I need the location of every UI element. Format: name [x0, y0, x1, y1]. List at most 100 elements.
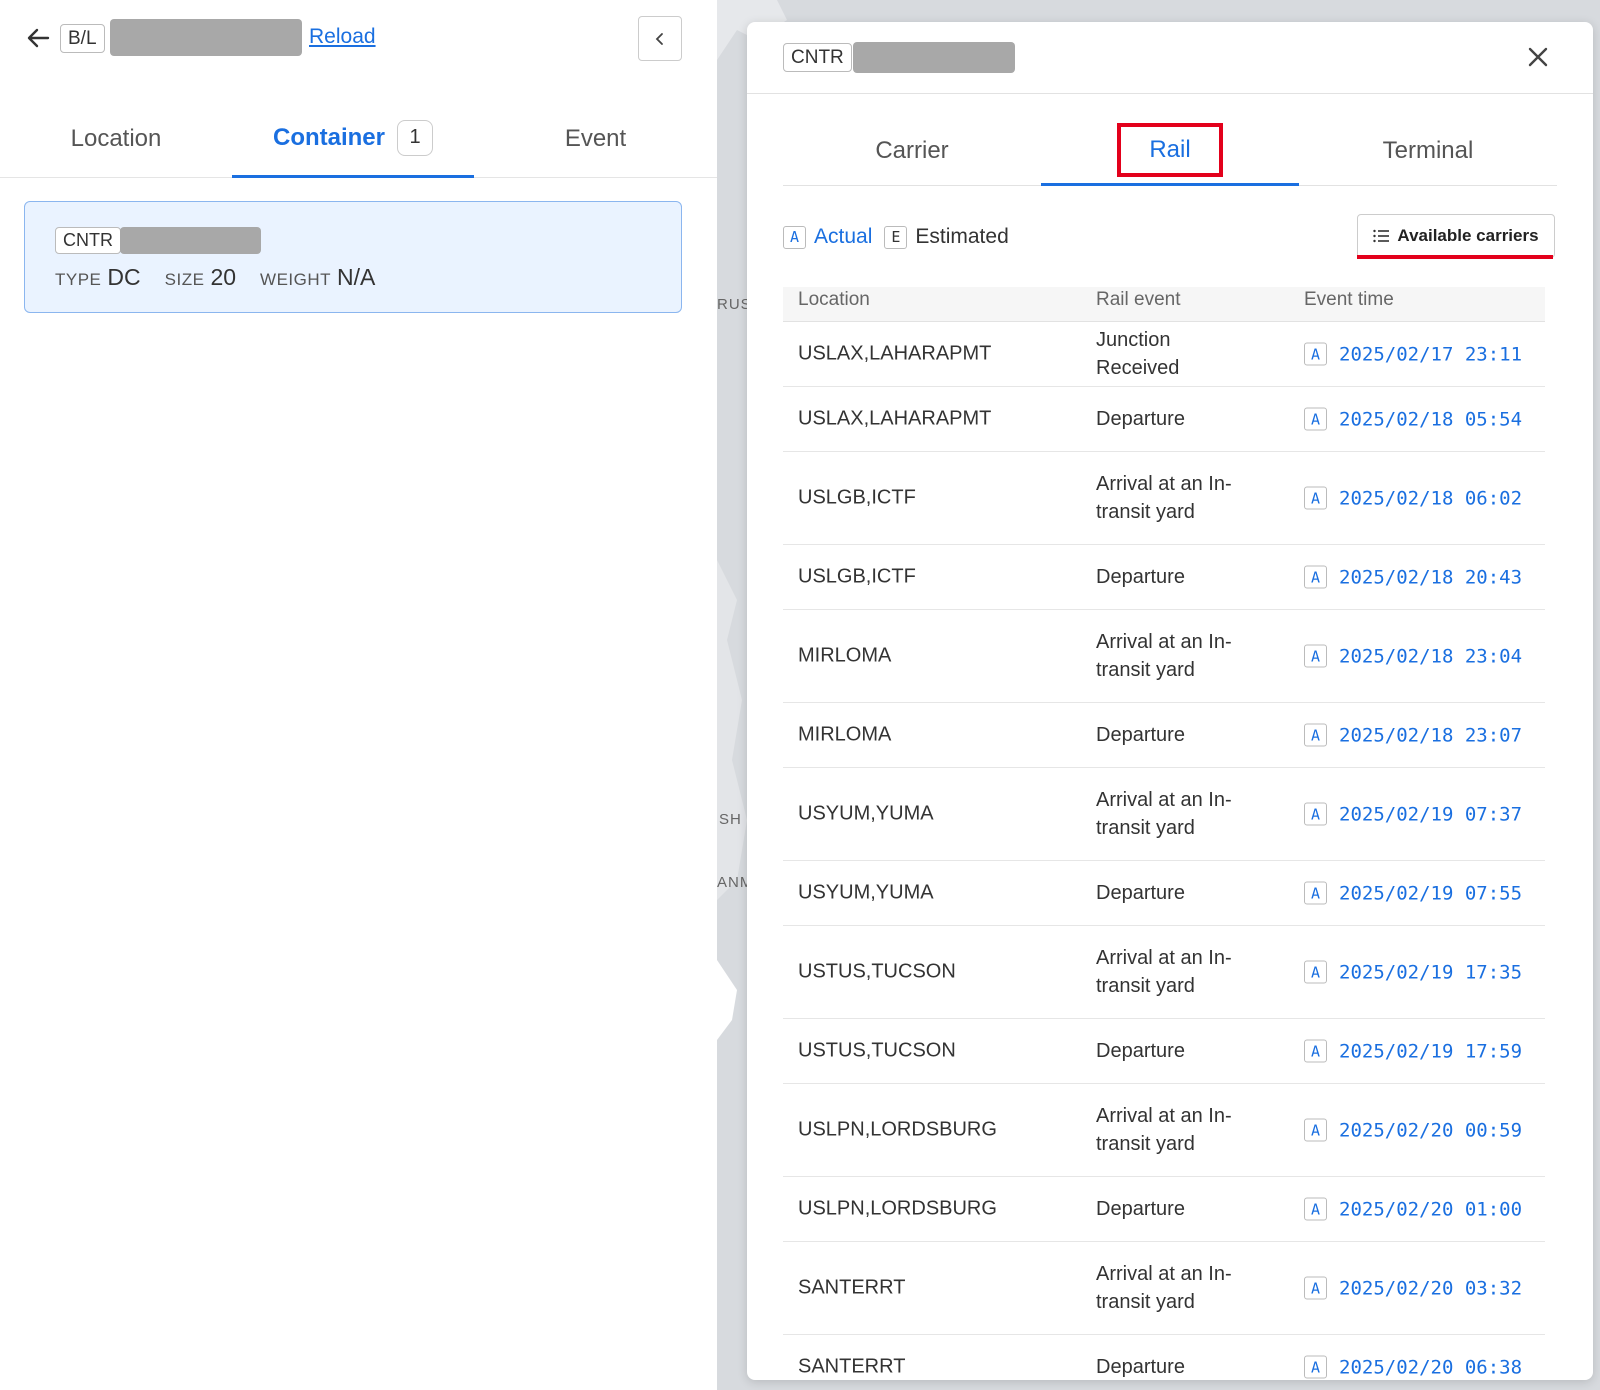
col-location: Location: [798, 289, 870, 310]
event-time-value: 2025/02/19 17:35: [1339, 961, 1523, 983]
row-location: USLAX,LAHARAPMT: [798, 407, 992, 430]
event-time-value: 2025/02/20 00:59: [1339, 1119, 1523, 1141]
actual-badge: A: [1304, 802, 1327, 826]
row-rail-event: Arrival at an In-transit yard: [1096, 947, 1232, 997]
table-row: USLGB,ICTF Departure A 2025/02/18 20:43: [783, 545, 1545, 610]
event-time-value: 2025/02/18 23:04: [1339, 645, 1523, 667]
size-key: SIZE: [164, 270, 205, 289]
left-tabs: Location Container 1 Event: [0, 100, 717, 178]
row-location: USLPN,LORDSBURG: [798, 1118, 997, 1141]
row-event-time: A 2025/02/20 00:59: [1304, 1118, 1523, 1142]
weight-key: WEIGHT: [260, 270, 332, 289]
row-event-time: A 2025/02/18 05:54: [1304, 407, 1523, 431]
row-event-time: A 2025/02/18 23:04: [1304, 644, 1523, 668]
back-arrow-icon[interactable]: [24, 24, 52, 52]
cntr-tag: CNTR: [55, 227, 121, 254]
table-row: USLGB,ICTF Arrival at an In-transit yard A…: [783, 452, 1545, 545]
container-number-redacted: [120, 227, 261, 254]
event-time-value: 2025/02/18 23:07: [1339, 724, 1523, 746]
collapse-panel-button[interactable]: [638, 16, 682, 61]
actual-badge: A: [1304, 1197, 1327, 1221]
event-time-value: 2025/02/19 07:37: [1339, 803, 1523, 825]
table-row: USLAX,LAHARAPMT Departure A 2025/02/18 05:5…: [783, 387, 1545, 452]
row-rail-event: Departure: [1096, 882, 1185, 904]
table-row: MIRLOMA Arrival at an In-transit yard A 202…: [783, 610, 1545, 703]
actual-badge: A: [783, 225, 806, 249]
event-time-value: 2025/02/20 03:32: [1339, 1277, 1523, 1299]
actual-badge: A: [1304, 486, 1327, 510]
container-count-badge: 1: [397, 119, 433, 156]
row-rail-event: Junction Received: [1096, 329, 1180, 379]
table-row: USLPN,LORDSBURG Departure A 2025/02/20 01:0…: [783, 1177, 1545, 1242]
table-row: SANTERRT Departure A 2025/02/20 06:38: [783, 1335, 1545, 1380]
type-value: DC: [107, 264, 141, 290]
drawer-header: CNTR: [747, 22, 1593, 94]
row-location: SANTERRT: [798, 1276, 906, 1299]
row-rail-event: Arrival at an In-transit yard: [1096, 1263, 1232, 1313]
table-row: USLAX,LAHARAPMT Junction Received A 2025/02…: [783, 322, 1545, 387]
row-location: MIRLOMA: [798, 644, 892, 667]
actual-badge: A: [1304, 881, 1327, 905]
row-event-time: A 2025/02/19 17:35: [1304, 960, 1523, 984]
tab-location[interactable]: Location: [0, 100, 232, 178]
row-event-time: A 2025/02/18 06:02: [1304, 486, 1523, 510]
col-event-time: Event time: [1304, 289, 1394, 310]
row-event-time: A 2025/02/19 17:59: [1304, 1039, 1522, 1063]
weight-value: N/A: [337, 264, 376, 290]
event-time-value: 2025/02/20 06:38: [1339, 1356, 1523, 1378]
legend: A Actual E Estimated: [783, 225, 1009, 249]
event-time-value: 2025/02/18 06:02: [1339, 487, 1523, 509]
row-location: USTUS,TUCSON: [798, 1039, 956, 1062]
row-event-time: A 2025/02/18 20:43: [1304, 565, 1522, 589]
row-event-time: A 2025/02/19 07:37: [1304, 802, 1523, 826]
table-row: SANTERRT Arrival at an In-transit yard A 20…: [783, 1242, 1545, 1335]
actual-badge: A: [1304, 1039, 1327, 1063]
available-carriers-underline: [1357, 255, 1553, 259]
container-card[interactable]: CNTR TYPE DC SIZE 20 WEIGHT N/A: [24, 201, 682, 313]
row-event-time: A 2025/02/19 07:55: [1304, 881, 1523, 905]
available-carriers-button[interactable]: Available carriers: [1357, 214, 1555, 258]
row-event-time: A 2025/02/20 03:32: [1304, 1276, 1523, 1300]
row-location: USTUS,TUCSON: [798, 960, 956, 983]
col-rail-event: Rail event: [1096, 289, 1181, 310]
tab-terminal[interactable]: Terminal: [1299, 116, 1557, 186]
event-time-value: 2025/02/19 07:55: [1339, 882, 1523, 904]
table-row: MIRLOMA Departure A 2025/02/18 23:07: [783, 703, 1545, 768]
close-icon[interactable]: [1525, 44, 1551, 70]
drawer-cntr-tag: CNTR: [783, 43, 852, 72]
reload-link[interactable]: Reload: [309, 25, 376, 49]
tab-carrier[interactable]: Carrier: [783, 116, 1041, 186]
actual-badge: A: [1304, 644, 1327, 668]
drawer-container-number-redacted: [853, 42, 1015, 73]
chevron-left-icon: [655, 32, 663, 45]
rail-events-table: Location Rail event Event time USLAX,LAH…: [783, 287, 1545, 1380]
row-location: USYUM,YUMA: [798, 802, 934, 825]
row-location: USLPN,LORDSBURG: [798, 1197, 997, 1220]
top-bar: B/L Reload: [0, 0, 717, 80]
row-event-time: A 2025/02/20 01:00: [1304, 1197, 1523, 1221]
actual-badge: A: [1304, 1276, 1327, 1300]
actual-label: Actual: [814, 225, 873, 248]
row-rail-event: Arrival at an In-transit yard: [1096, 1105, 1232, 1155]
row-location: USLGB,ICTF: [798, 486, 916, 509]
row-rail-event: Arrival at an In-transit yard: [1096, 631, 1232, 681]
estimated-label: Estimated: [915, 225, 1009, 248]
map-label-sh: SH: [719, 811, 742, 828]
actual-badge: A: [1304, 407, 1327, 431]
event-time-value: 2025/02/18 05:54: [1339, 408, 1523, 430]
row-location: USLGB,ICTF: [798, 565, 916, 588]
table-row: USYUM,YUMA Arrival at an In-transit yard A…: [783, 768, 1545, 861]
table-header: Location Rail event Event time: [783, 287, 1545, 322]
bl-number-redacted: [110, 19, 302, 56]
row-rail-event: Departure: [1096, 566, 1185, 588]
tab-rail[interactable]: Rail: [1041, 116, 1299, 186]
tab-container[interactable]: Container 1: [232, 100, 474, 178]
table-row: USTUS,TUCSON Arrival at an In-transit yar…: [783, 926, 1545, 1019]
tab-event[interactable]: Event: [474, 100, 717, 178]
row-rail-event: Departure: [1096, 724, 1185, 746]
table-row: USLPN,LORDSBURG Arrival at an In-transit …: [783, 1084, 1545, 1177]
estimated-badge: E: [884, 225, 908, 249]
row-rail-event: Departure: [1096, 408, 1185, 430]
event-time-value: 2025/02/20 01:00: [1339, 1198, 1523, 1220]
row-location: SANTERRT: [798, 1355, 906, 1378]
